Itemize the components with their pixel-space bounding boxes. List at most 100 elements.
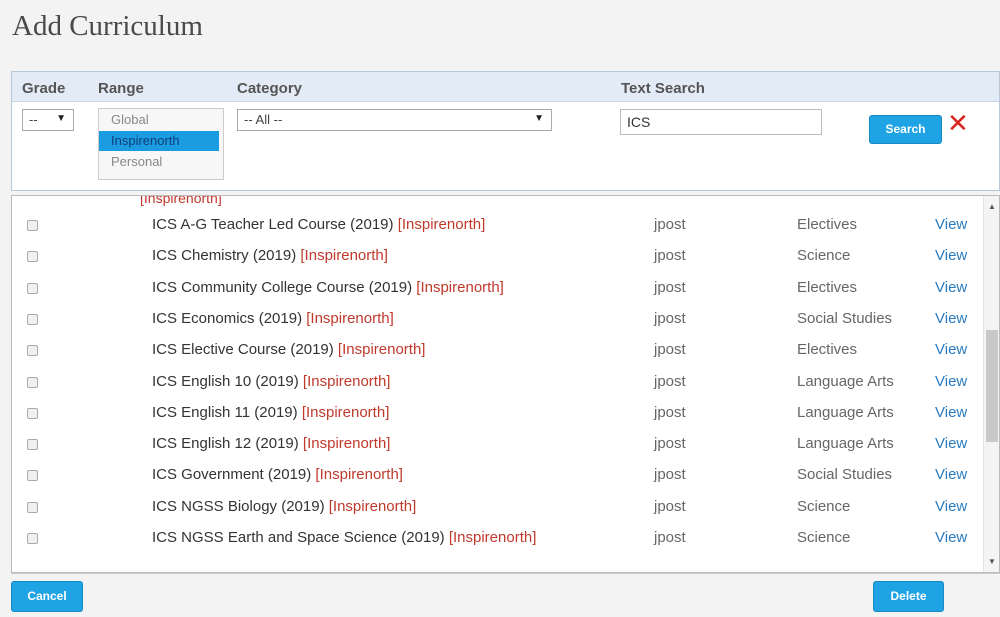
- row-checkbox[interactable]: [27, 220, 38, 231]
- subject: Science: [797, 529, 851, 546]
- view-link[interactable]: View: [935, 310, 967, 327]
- row-checkbox[interactable]: [27, 313, 38, 325]
- view-link[interactable]: View: [935, 529, 967, 546]
- curriculum-tag: [Inspirenorth]: [300, 247, 388, 265]
- owner: jpost: [654, 278, 686, 296]
- row-checkbox[interactable]: [27, 439, 38, 451]
- scroll-up-arrow-icon[interactable]: ▲: [988, 202, 996, 211]
- table-row[interactable]: ICS Community College Course (2019) [Ins…: [12, 273, 982, 304]
- owner: jpost: [654, 309, 686, 327]
- search-button[interactable]: Search: [869, 115, 942, 144]
- table-row[interactable]: ICS Government (2019) [Inspirenorth] jpos…: [12, 460, 982, 491]
- subject: Science: [797, 247, 851, 265]
- row-checkbox[interactable]: [27, 251, 38, 263]
- curriculum-title: ICS Elective Course (2019): [152, 341, 334, 359]
- range-option[interactable]: Global: [99, 110, 223, 130]
- range-option-selected[interactable]: Inspirenorth: [99, 131, 219, 151]
- page-title: Add Curriculum: [12, 10, 203, 42]
- subject: Electives: [797, 216, 858, 233]
- curriculum-title: ICS Government (2019): [152, 466, 312, 484]
- curriculum-name: ICS NGSS Biology (2019) [Inspirenorth]: [152, 498, 416, 515]
- curriculum-name: ICS NGSS Earth and Space Science (2019) …: [152, 529, 536, 546]
- delete-button[interactable]: Delete: [873, 581, 944, 612]
- curriculum-name: ICS A-G Teacher Led Course (2019) [Inspi…: [152, 216, 485, 233]
- curriculum-title: ICS English 12 (2019): [152, 435, 299, 453]
- curriculum-tag: [Inspirenorth]: [306, 309, 394, 327]
- scrollbar[interactable]: ▲ ▼: [983, 196, 999, 572]
- text-search-input[interactable]: ICS: [620, 109, 822, 135]
- curriculum-name: ICS Government (2019) [Inspirenorth]: [152, 466, 403, 483]
- row-checkbox[interactable]: [27, 376, 38, 388]
- subject: Electives: [797, 278, 858, 296]
- curriculum-tag: [Inspirenorth]: [337, 341, 426, 359]
- text-search-label: Text Search: [621, 80, 705, 97]
- curriculum-tag: [Inspirenorth]: [397, 216, 486, 233]
- curriculum-title: ICS NGSS Biology (2019): [152, 497, 325, 515]
- view-link[interactable]: View: [935, 373, 967, 390]
- view-link[interactable]: View: [935, 498, 967, 515]
- row-checkbox[interactable]: [27, 470, 38, 482]
- table-row[interactable]: ICS NGSS Biology (2019) [Inspirenorth] jp…: [12, 492, 982, 523]
- view-link[interactable]: View: [935, 404, 967, 421]
- subject: Social Studies: [797, 466, 893, 484]
- subject: Language Arts: [797, 372, 894, 390]
- owner: jpost: [654, 497, 686, 515]
- curriculum-tag: [Inspirenorth]: [315, 466, 403, 484]
- table-row[interactable]: ICS English 11 (2019) [Inspirenorth] jpos…: [12, 398, 982, 429]
- table-row[interactable]: ICS Elective Course (2019) [Inspirenorth…: [12, 335, 982, 366]
- row-checkbox[interactable]: [27, 533, 38, 544]
- curriculum-name: ICS English 10 (2019) [Inspirenorth]: [152, 373, 390, 390]
- scroll-down-arrow-icon[interactable]: ▼: [988, 557, 996, 566]
- chevron-down-icon: ▼: [534, 113, 544, 124]
- table-row[interactable]: ICS Chemistry (2019) [Inspirenorth] jpost…: [12, 241, 982, 272]
- curriculum-title: ICS English 10 (2019): [152, 372, 299, 390]
- curriculum-tag: [Inspirenorth]: [328, 497, 417, 515]
- category-label: Category: [237, 80, 303, 97]
- view-link[interactable]: View: [935, 466, 967, 483]
- view-link[interactable]: View: [935, 247, 967, 264]
- curriculum-name: ICS English 11 (2019) [Inspirenorth]: [152, 404, 389, 421]
- filter-panel: Grade Range Category Text Search -- ▼ Gl…: [11, 71, 1000, 191]
- results-list[interactable]: [Inspirenorth] ICS A-G Teacher Led Cours…: [11, 195, 1000, 573]
- view-link[interactable]: View: [935, 279, 967, 296]
- subject: Science: [797, 497, 851, 515]
- cancel-button[interactable]: Cancel: [11, 581, 83, 612]
- table-row[interactable]: ICS Economics (2019) [Inspirenorth] jpost…: [12, 304, 982, 335]
- subject: Language Arts: [797, 435, 894, 453]
- scroll-thumb[interactable]: [986, 330, 998, 442]
- range-listbox[interactable]: Global Inspirenorth Personal: [98, 108, 224, 180]
- row-checkbox[interactable]: [27, 407, 38, 419]
- row-checkbox[interactable]: [27, 501, 38, 513]
- grade-label: Grade: [22, 80, 66, 97]
- table-row[interactable]: ICS English 12 (2019) [Inspirenorth] jpos…: [12, 429, 982, 460]
- divider: [11, 573, 1000, 574]
- curriculum-name: ICS Elective Course (2019) [Inspirenorth…: [152, 341, 425, 358]
- category-select[interactable]: -- All -- ▼: [237, 109, 552, 131]
- category-select-value: -- All --: [244, 112, 283, 127]
- curriculum-tag: [Inspirenorth]: [448, 529, 537, 546]
- view-link[interactable]: View: [935, 341, 967, 358]
- curriculum-title: ICS NGSS Earth and Space Science (2019): [152, 529, 445, 546]
- range-label: Range: [98, 80, 144, 97]
- curriculum-name: ICS English 12 (2019) [Inspirenorth]: [152, 435, 390, 452]
- owner: jpost: [654, 529, 686, 546]
- owner: jpost: [654, 435, 686, 453]
- curriculum-tag: [Inspirenorth]: [302, 372, 391, 390]
- filter-header: Grade Range Category Text Search: [12, 72, 999, 102]
- view-link[interactable]: View: [935, 216, 967, 233]
- owner: jpost: [654, 247, 686, 265]
- subject: Electives: [797, 341, 858, 359]
- view-link[interactable]: View: [935, 435, 967, 452]
- curriculum-tag: [Inspirenorth]: [301, 403, 390, 421]
- range-option[interactable]: Personal: [99, 152, 223, 172]
- grade-select[interactable]: -- ▼: [22, 109, 74, 131]
- owner: jpost: [654, 403, 686, 421]
- curriculum-title: ICS Community College Course (2019): [152, 278, 413, 296]
- close-icon[interactable]: ✕: [947, 110, 969, 136]
- table-row[interactable]: ICS English 10 (2019) [Inspirenorth] jpos…: [12, 367, 982, 398]
- table-row[interactable]: ICS NGSS Earth and Space Science (2019) …: [12, 523, 982, 554]
- row-checkbox[interactable]: [27, 345, 38, 357]
- subject: Language Arts: [797, 403, 894, 421]
- table-row[interactable]: ICS A-G Teacher Led Course (2019) [Inspi…: [12, 210, 982, 241]
- row-checkbox[interactable]: [27, 282, 38, 294]
